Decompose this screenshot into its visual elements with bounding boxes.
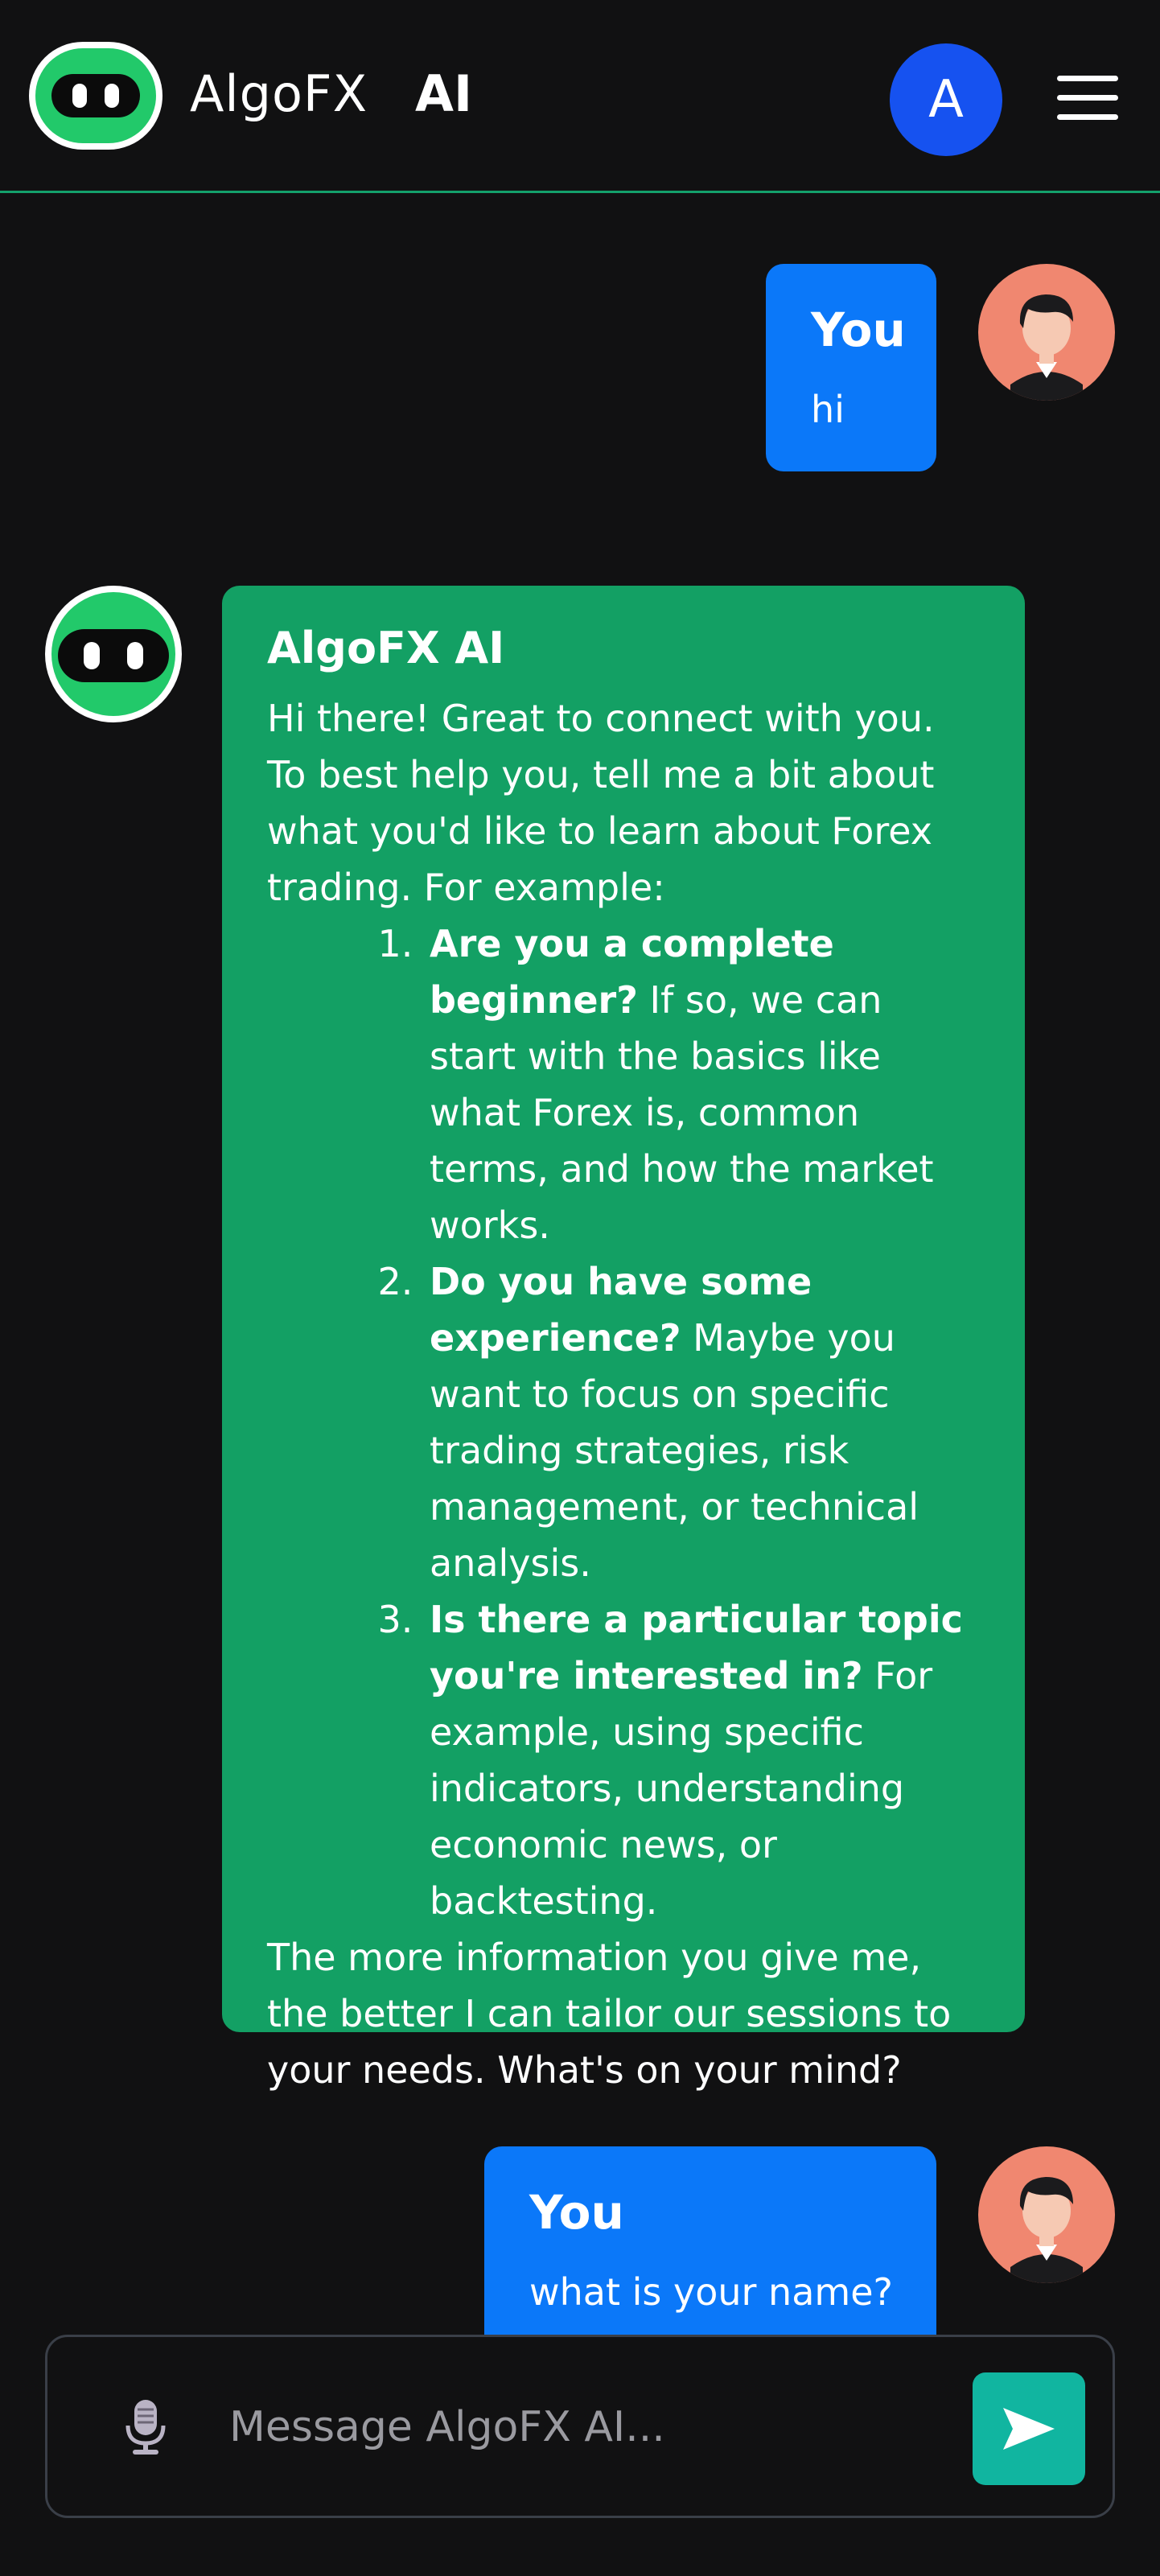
brand-suffix: AI [415,64,473,123]
user-message-bubble: You hi [766,264,936,471]
bot-message-bubble: AlgoFX AI Hi there! Great to connect wit… [222,586,1025,2092]
account-avatar-button[interactable]: A [890,43,1002,156]
user-avatar-icon [978,2146,1115,2283]
user-avatar-icon [978,264,1115,401]
robot-logo-icon[interactable] [29,42,162,150]
send-button[interactable] [973,2372,1085,2485]
list-item: Is there a particular topic you're inter… [425,1591,980,1929]
message-text: hi [811,388,845,431]
message-list: Are you a complete beginner? If so, we c… [267,916,980,1929]
list-item: Are you a complete beginner? If so, we c… [425,916,980,1253]
message-outro: The more information you give me, the be… [267,1936,952,2092]
message-intro: Hi there! Great to connect with you. To … [267,697,935,909]
list-item: Do you have some experience? Maybe you w… [425,1253,980,1591]
message-sender: AlgoFX AI [267,623,505,673]
brand-name: AlgoFX [190,64,368,123]
message-sender: You [529,2185,624,2240]
bot-avatar-icon [45,586,182,722]
message-text: what is your name? [529,2270,893,2314]
message-composer [45,2335,1115,2518]
hamburger-menu-icon[interactable] [1054,72,1121,122]
microphone-icon[interactable] [121,2398,170,2456]
top-bar: AlgoFX AI A [0,0,1160,193]
message-input[interactable] [228,2382,955,2472]
message-sender: You [811,302,906,357]
send-icon [1003,2408,1055,2450]
